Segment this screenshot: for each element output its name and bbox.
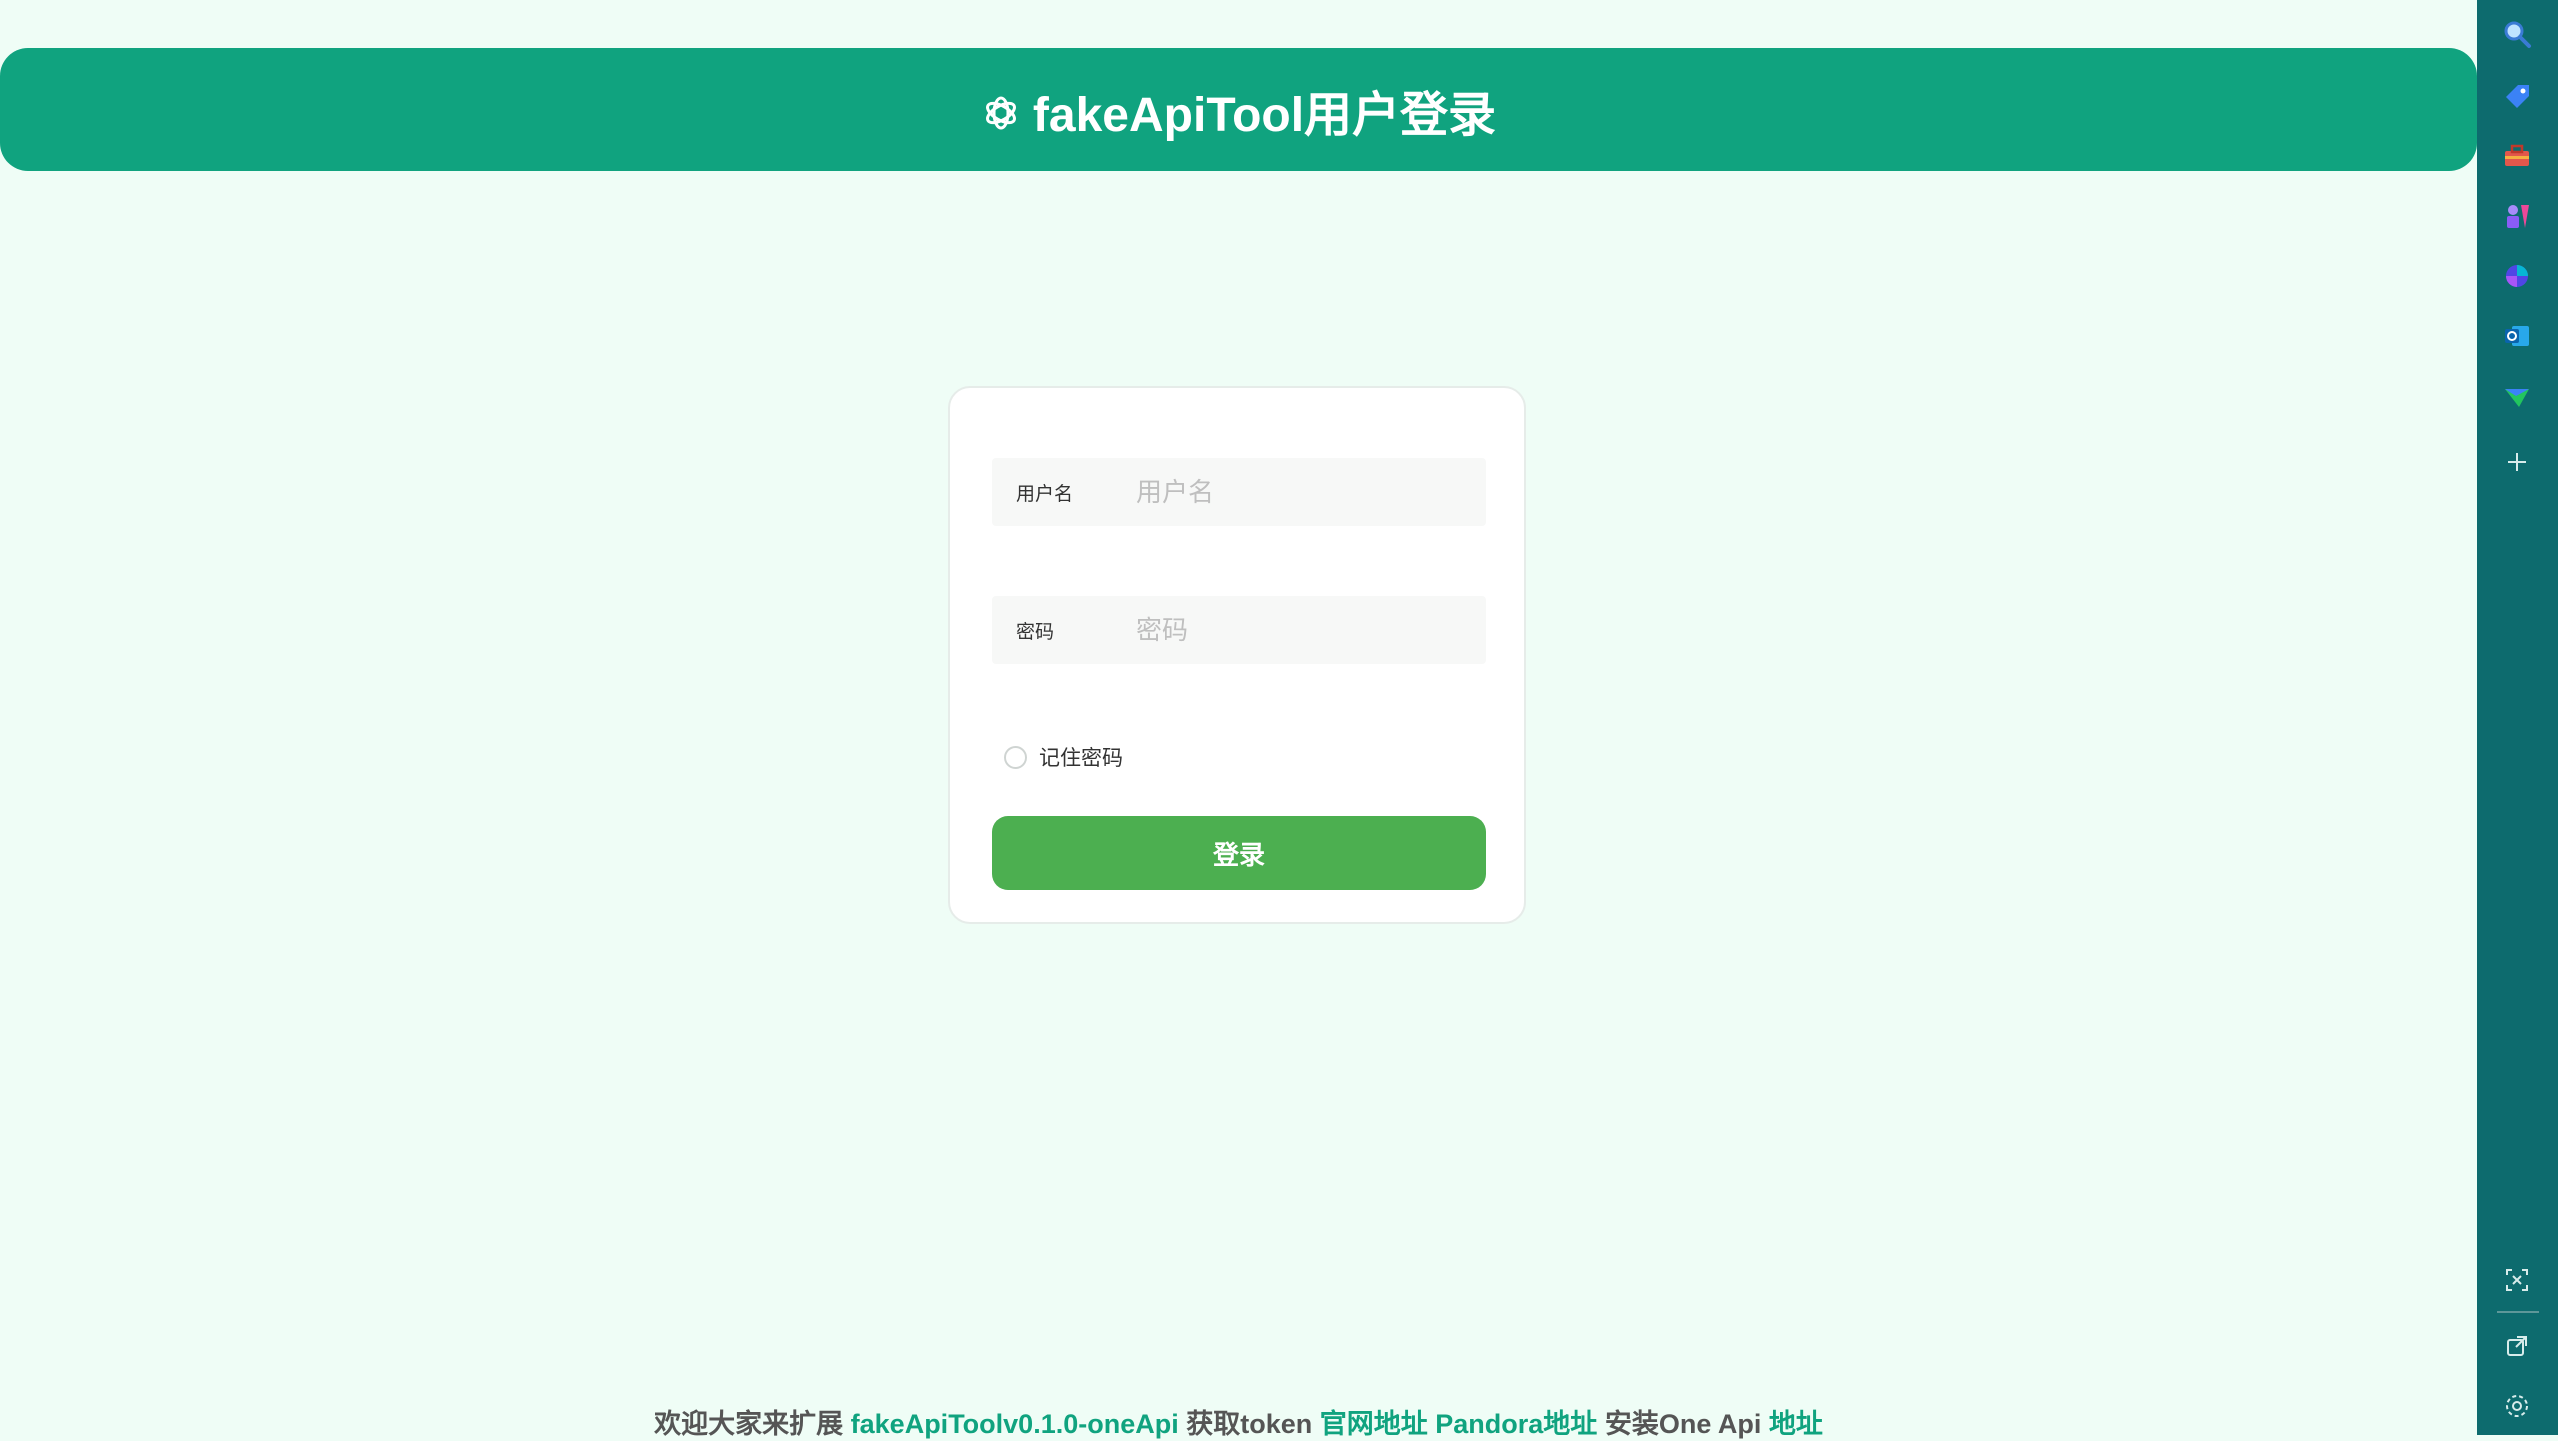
- page-header: fakeApiTool用户登录: [0, 48, 2477, 171]
- open-external-icon[interactable]: [2499, 1328, 2535, 1364]
- sidebar-divider: [2497, 1311, 2539, 1313]
- remember-password[interactable]: 记住密码: [1004, 742, 1123, 772]
- toolbox-icon[interactable]: [2499, 138, 2535, 174]
- password-label: 密码: [1016, 621, 1055, 643]
- login-card: 用户名 密码 记住密码 登录: [948, 386, 1526, 924]
- page-title: fakeApiTool用户登录: [1032, 88, 1497, 142]
- password-input[interactable]: [1134, 613, 1458, 647]
- copilot-icon[interactable]: [2499, 258, 2535, 294]
- chess-icon[interactable]: [2499, 198, 2535, 234]
- screenshot-icon[interactable]: [2499, 1262, 2535, 1298]
- remember-password-radio[interactable]: [1004, 745, 1027, 769]
- browser-sidebar: [2477, 0, 2558, 1435]
- add-icon[interactable]: [2499, 444, 2535, 480]
- username-label: 用户名: [1016, 483, 1074, 505]
- password-field: 密码: [992, 596, 1486, 664]
- username-field: 用户名: [992, 458, 1486, 526]
- remember-password-label: 记住密码: [1039, 747, 1123, 770]
- settings-icon[interactable]: [2499, 1388, 2535, 1424]
- send-icon[interactable]: [2499, 378, 2535, 414]
- page-content: fakeApiTool用户登录 用户名 密码 记住密码 登录 欢迎大家来扩展 f…: [0, 0, 2477, 1439]
- search-icon[interactable]: [2499, 16, 2535, 52]
- login-button[interactable]: 登录: [992, 816, 1486, 890]
- openai-logo-icon: [981, 90, 1021, 130]
- footer: 欢迎大家来扩展 fakeApiToolv0.1.0-oneApi 获取token…: [0, 1402, 2477, 1441]
- outlook-icon[interactable]: [2499, 318, 2535, 354]
- tag-icon[interactable]: [2499, 78, 2535, 114]
- username-input[interactable]: [1134, 475, 1458, 509]
